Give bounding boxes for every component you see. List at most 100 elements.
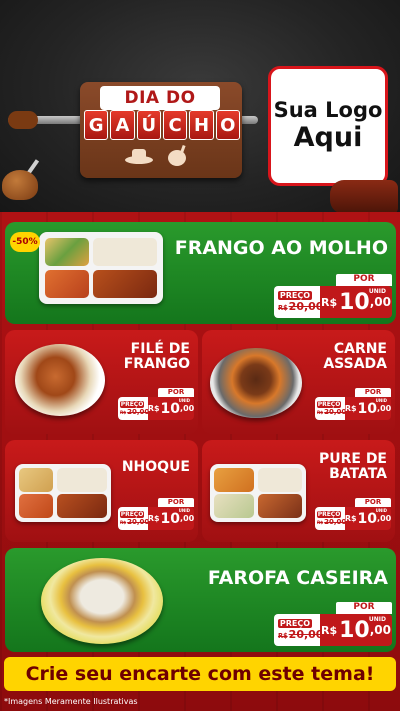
old-price-value: 20,00 xyxy=(288,628,324,641)
hat-and-cuia-icon xyxy=(125,144,186,166)
compartment xyxy=(57,494,107,518)
gaucho-emblem-icon xyxy=(118,142,204,170)
preco-label: PREÇO xyxy=(278,619,312,628)
unid-label: UNID xyxy=(368,288,386,295)
old-price-value: 20,00 xyxy=(127,518,150,526)
footnote: *Imagens Meramente Ilustrativas xyxy=(4,697,138,706)
dish-image xyxy=(210,348,302,418)
title-letter: C xyxy=(162,110,188,140)
preco-label: PREÇO xyxy=(120,401,144,408)
product-name: PURE DE BATATA xyxy=(318,451,387,483)
product-card-file-de-frango[interactable]: FILÉ DE FRANGO POR PREÇO R$ 20,00 R$ 10 … xyxy=(5,330,198,434)
old-price: R$ 20,00 xyxy=(120,408,149,416)
new-price-dec: ,00 xyxy=(369,623,391,637)
price-por-label: POR xyxy=(355,388,391,397)
new-price-currency: R$ xyxy=(344,514,357,523)
marmita-image xyxy=(15,464,111,522)
preco-label: PREÇO xyxy=(278,291,312,300)
price-tag: POR PREÇO R$ 20,00 R$ 10 ,00 UNID xyxy=(118,388,194,420)
price-por-label: POR xyxy=(158,388,194,397)
preco-label: PREÇO xyxy=(317,511,341,518)
product-name: FAROFA CASEIRA xyxy=(207,567,388,589)
compartment xyxy=(214,494,254,518)
unid-label: UNID xyxy=(178,508,190,513)
product-name-line: ASSADA xyxy=(323,356,387,373)
product-card-carne-assada[interactable]: CARNE ASSADA POR PREÇO R$ 20,00 R$ 10 ,0… xyxy=(202,330,395,434)
title-letter: G xyxy=(84,110,109,140)
compartment xyxy=(214,468,254,492)
old-price-value: 20,00 xyxy=(288,300,324,313)
price-tag: POR PREÇO R$ 20,00 R$ 10 ,00 UNID xyxy=(315,388,391,420)
title-letter: Ú xyxy=(136,110,161,140)
old-price-box: PREÇO R$ 20,00 xyxy=(118,397,149,420)
product-name-line: CARNE xyxy=(333,341,387,357)
product-name-line: PURE DE xyxy=(318,451,387,467)
product-name-line: BATATA xyxy=(329,466,387,483)
product-name: CARNE ASSADA xyxy=(323,341,387,373)
title-letter: H xyxy=(189,110,214,140)
rice-compartment xyxy=(93,238,157,266)
old-price-currency: R$ xyxy=(317,410,324,415)
new-price-dec: ,00 xyxy=(369,295,391,309)
discount-badge: -50% xyxy=(10,232,40,252)
old-price-currency: R$ xyxy=(317,520,324,525)
new-price-int: 10 xyxy=(357,400,378,417)
price-tag: POR PREÇO R$ 20,00 R$ 10 ,00 UNID xyxy=(274,274,392,318)
product-name-line: FILÉ DE xyxy=(130,341,190,357)
price-por-label: POR xyxy=(336,274,392,286)
new-price-currency: R$ xyxy=(320,295,338,309)
old-price-value: 20,00 xyxy=(324,408,347,416)
preco-label: PREÇO xyxy=(120,511,144,518)
title-letter: A xyxy=(110,110,135,140)
price-por-label: POR xyxy=(158,498,194,507)
logo-placeholder-line2: Aqui xyxy=(293,122,363,153)
unid-label: UNID xyxy=(375,398,387,403)
dish-image xyxy=(15,344,105,416)
product-name-line: FRANGO xyxy=(123,356,190,373)
product-card-farofa-caseira[interactable]: FAROFA CASEIRA POR PREÇO R$ 20,00 R$ 10 … xyxy=(5,548,396,652)
logo-placeholder-line1: Sua Logo xyxy=(273,98,383,122)
product-card-frango-ao-molho[interactable]: FRANGO AO MOLHO POR PREÇO R$ 20,00 R$ 10… xyxy=(5,222,396,324)
product-name: FILÉ DE FRANGO xyxy=(123,341,190,373)
marmita-image xyxy=(210,464,306,522)
product-name: NHOQUE xyxy=(121,459,190,475)
new-price-int: 10 xyxy=(339,617,370,643)
price-por-label: POR xyxy=(355,498,391,507)
price-por-label: POR xyxy=(336,602,392,614)
old-price-box: PREÇO R$ 20,00 xyxy=(315,397,347,420)
old-price-currency: R$ xyxy=(278,632,288,640)
new-price-int: 10 xyxy=(160,510,181,527)
old-price-value: 20,00 xyxy=(324,518,347,526)
theme-title-line2: G A Ú C H O xyxy=(84,110,240,140)
new-price-currency: R$ xyxy=(320,623,338,637)
compartment xyxy=(258,468,302,492)
logo-placeholder[interactable]: Sua Logo Aqui xyxy=(268,66,388,186)
chicken-compartment xyxy=(93,270,157,298)
new-price-dec: ,00 xyxy=(377,404,392,413)
salad-compartment xyxy=(45,238,89,266)
old-price: R$ 20,00 xyxy=(317,408,347,416)
old-price-currency: R$ xyxy=(120,410,127,415)
new-price-currency: R$ xyxy=(344,404,357,413)
new-price-dec: ,00 xyxy=(377,514,392,523)
chimarrao-cuia-icon xyxy=(2,170,38,200)
price-tag: POR PREÇO R$ 20,00 R$ 10 ,00 UNID xyxy=(315,498,391,530)
compartment xyxy=(57,468,107,492)
veg-compartment xyxy=(45,270,89,298)
unid-label: UNID xyxy=(375,508,387,513)
new-price-int: 10 xyxy=(339,289,370,315)
skewer-handle xyxy=(8,111,38,129)
old-price-box: PREÇO R$ 20,00 xyxy=(118,507,150,530)
unid-label: UNID xyxy=(178,398,190,403)
new-price-int: 10 xyxy=(160,400,181,417)
old-price-box: PREÇO R$ 20,00 xyxy=(274,286,323,318)
preco-label: PREÇO xyxy=(317,401,341,408)
product-name: FRANGO AO MOLHO xyxy=(174,237,388,259)
product-card-pure-de-batata[interactable]: PURE DE BATATA POR PREÇO R$ 20,00 R$ 10 … xyxy=(202,440,395,542)
unid-label: UNID xyxy=(368,616,386,623)
compartment xyxy=(258,494,302,518)
new-price-currency: R$ xyxy=(147,514,160,523)
compartment xyxy=(19,494,53,518)
cta-banner[interactable]: Crie seu encarte com este tema! xyxy=(4,657,396,691)
product-card-nhoque[interactable]: NHOQUE POR PREÇO R$ 20,00 R$ 10 ,00 UNID xyxy=(5,440,198,542)
